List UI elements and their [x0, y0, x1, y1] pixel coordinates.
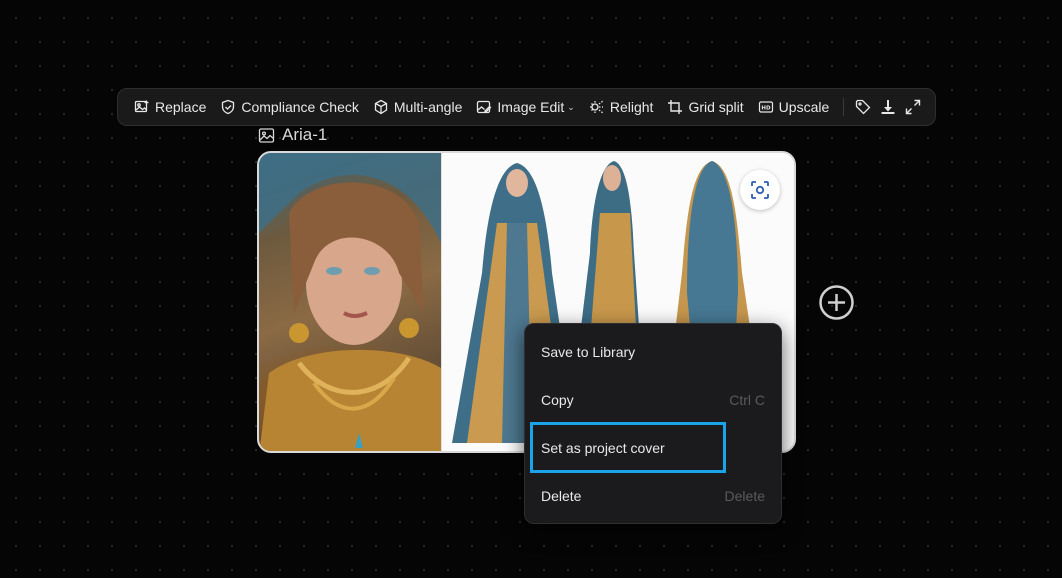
grid-split-label: Grid split — [688, 99, 744, 115]
multi-angle-button[interactable]: Multi-angle — [367, 93, 470, 121]
menu-item-label: Set as project cover — [541, 440, 665, 456]
relight-icon — [589, 100, 604, 114]
node-toolbar: Replace Compliance Check Multi-angle Ima… — [117, 88, 936, 126]
expand-icon — [905, 99, 920, 115]
tag-icon — [855, 99, 870, 115]
download-button[interactable] — [875, 93, 900, 121]
node-title[interactable]: Aria-1 — [258, 124, 327, 146]
image-edit-button[interactable]: Image Edit ⌄ — [470, 93, 582, 121]
replace-label: Replace — [155, 99, 207, 115]
shield-check-icon — [222, 99, 235, 115]
menu-item-set-as-project-cover[interactable]: Set as project cover — [525, 424, 781, 472]
focus-scan-icon — [751, 181, 769, 199]
menu-item-label: Copy — [541, 392, 574, 408]
grid-split-button[interactable]: Grid split — [661, 93, 751, 121]
node-title-label: Aria-1 — [282, 125, 328, 144]
menu-item-shortcut: Ctrl C — [729, 392, 765, 408]
portrait-illustration — [259, 153, 441, 451]
plus-circle-icon — [819, 285, 854, 320]
upscale-button[interactable]: HD Upscale — [752, 93, 838, 121]
upscale-label: Upscale — [778, 99, 830, 115]
replace-button[interactable]: Replace — [128, 93, 214, 121]
cube-icon — [374, 99, 388, 115]
hd-icon: HD — [758, 101, 773, 113]
menu-item-delete[interactable]: Delete Delete — [525, 472, 781, 520]
tag-button[interactable] — [850, 93, 875, 121]
menu-item-label: Delete — [541, 488, 582, 504]
context-menu: Save to Library Copy Ctrl C Set as proje… — [524, 323, 782, 524]
relight-button[interactable]: Relight — [583, 93, 662, 121]
focus-scan-button[interactable] — [740, 170, 780, 210]
compliance-check-label: Compliance Check — [241, 99, 359, 115]
relight-label: Relight — [609, 99, 654, 115]
menu-item-save-to-library[interactable]: Save to Library — [525, 328, 781, 376]
svg-text:HD: HD — [761, 106, 771, 112]
portrait-image — [259, 153, 441, 451]
compliance-check-button[interactable]: Compliance Check — [214, 93, 367, 121]
replace-image-icon — [134, 100, 149, 113]
chevron-down-icon: ⌄ — [567, 101, 575, 112]
image-edit-label: Image Edit — [497, 99, 565, 115]
download-icon — [881, 100, 895, 114]
image-edit-icon — [477, 100, 492, 114]
menu-item-copy[interactable]: Copy Ctrl C — [525, 376, 781, 424]
menu-item-label: Save to Library — [541, 344, 636, 360]
menu-item-shortcut: Delete — [724, 488, 765, 504]
crop-icon — [668, 100, 683, 114]
add-node-button[interactable] — [818, 284, 855, 321]
multi-angle-label: Multi-angle — [393, 99, 463, 115]
toolbar-divider — [843, 98, 845, 116]
expand-button[interactable] — [900, 93, 925, 121]
image-icon — [258, 127, 275, 143]
